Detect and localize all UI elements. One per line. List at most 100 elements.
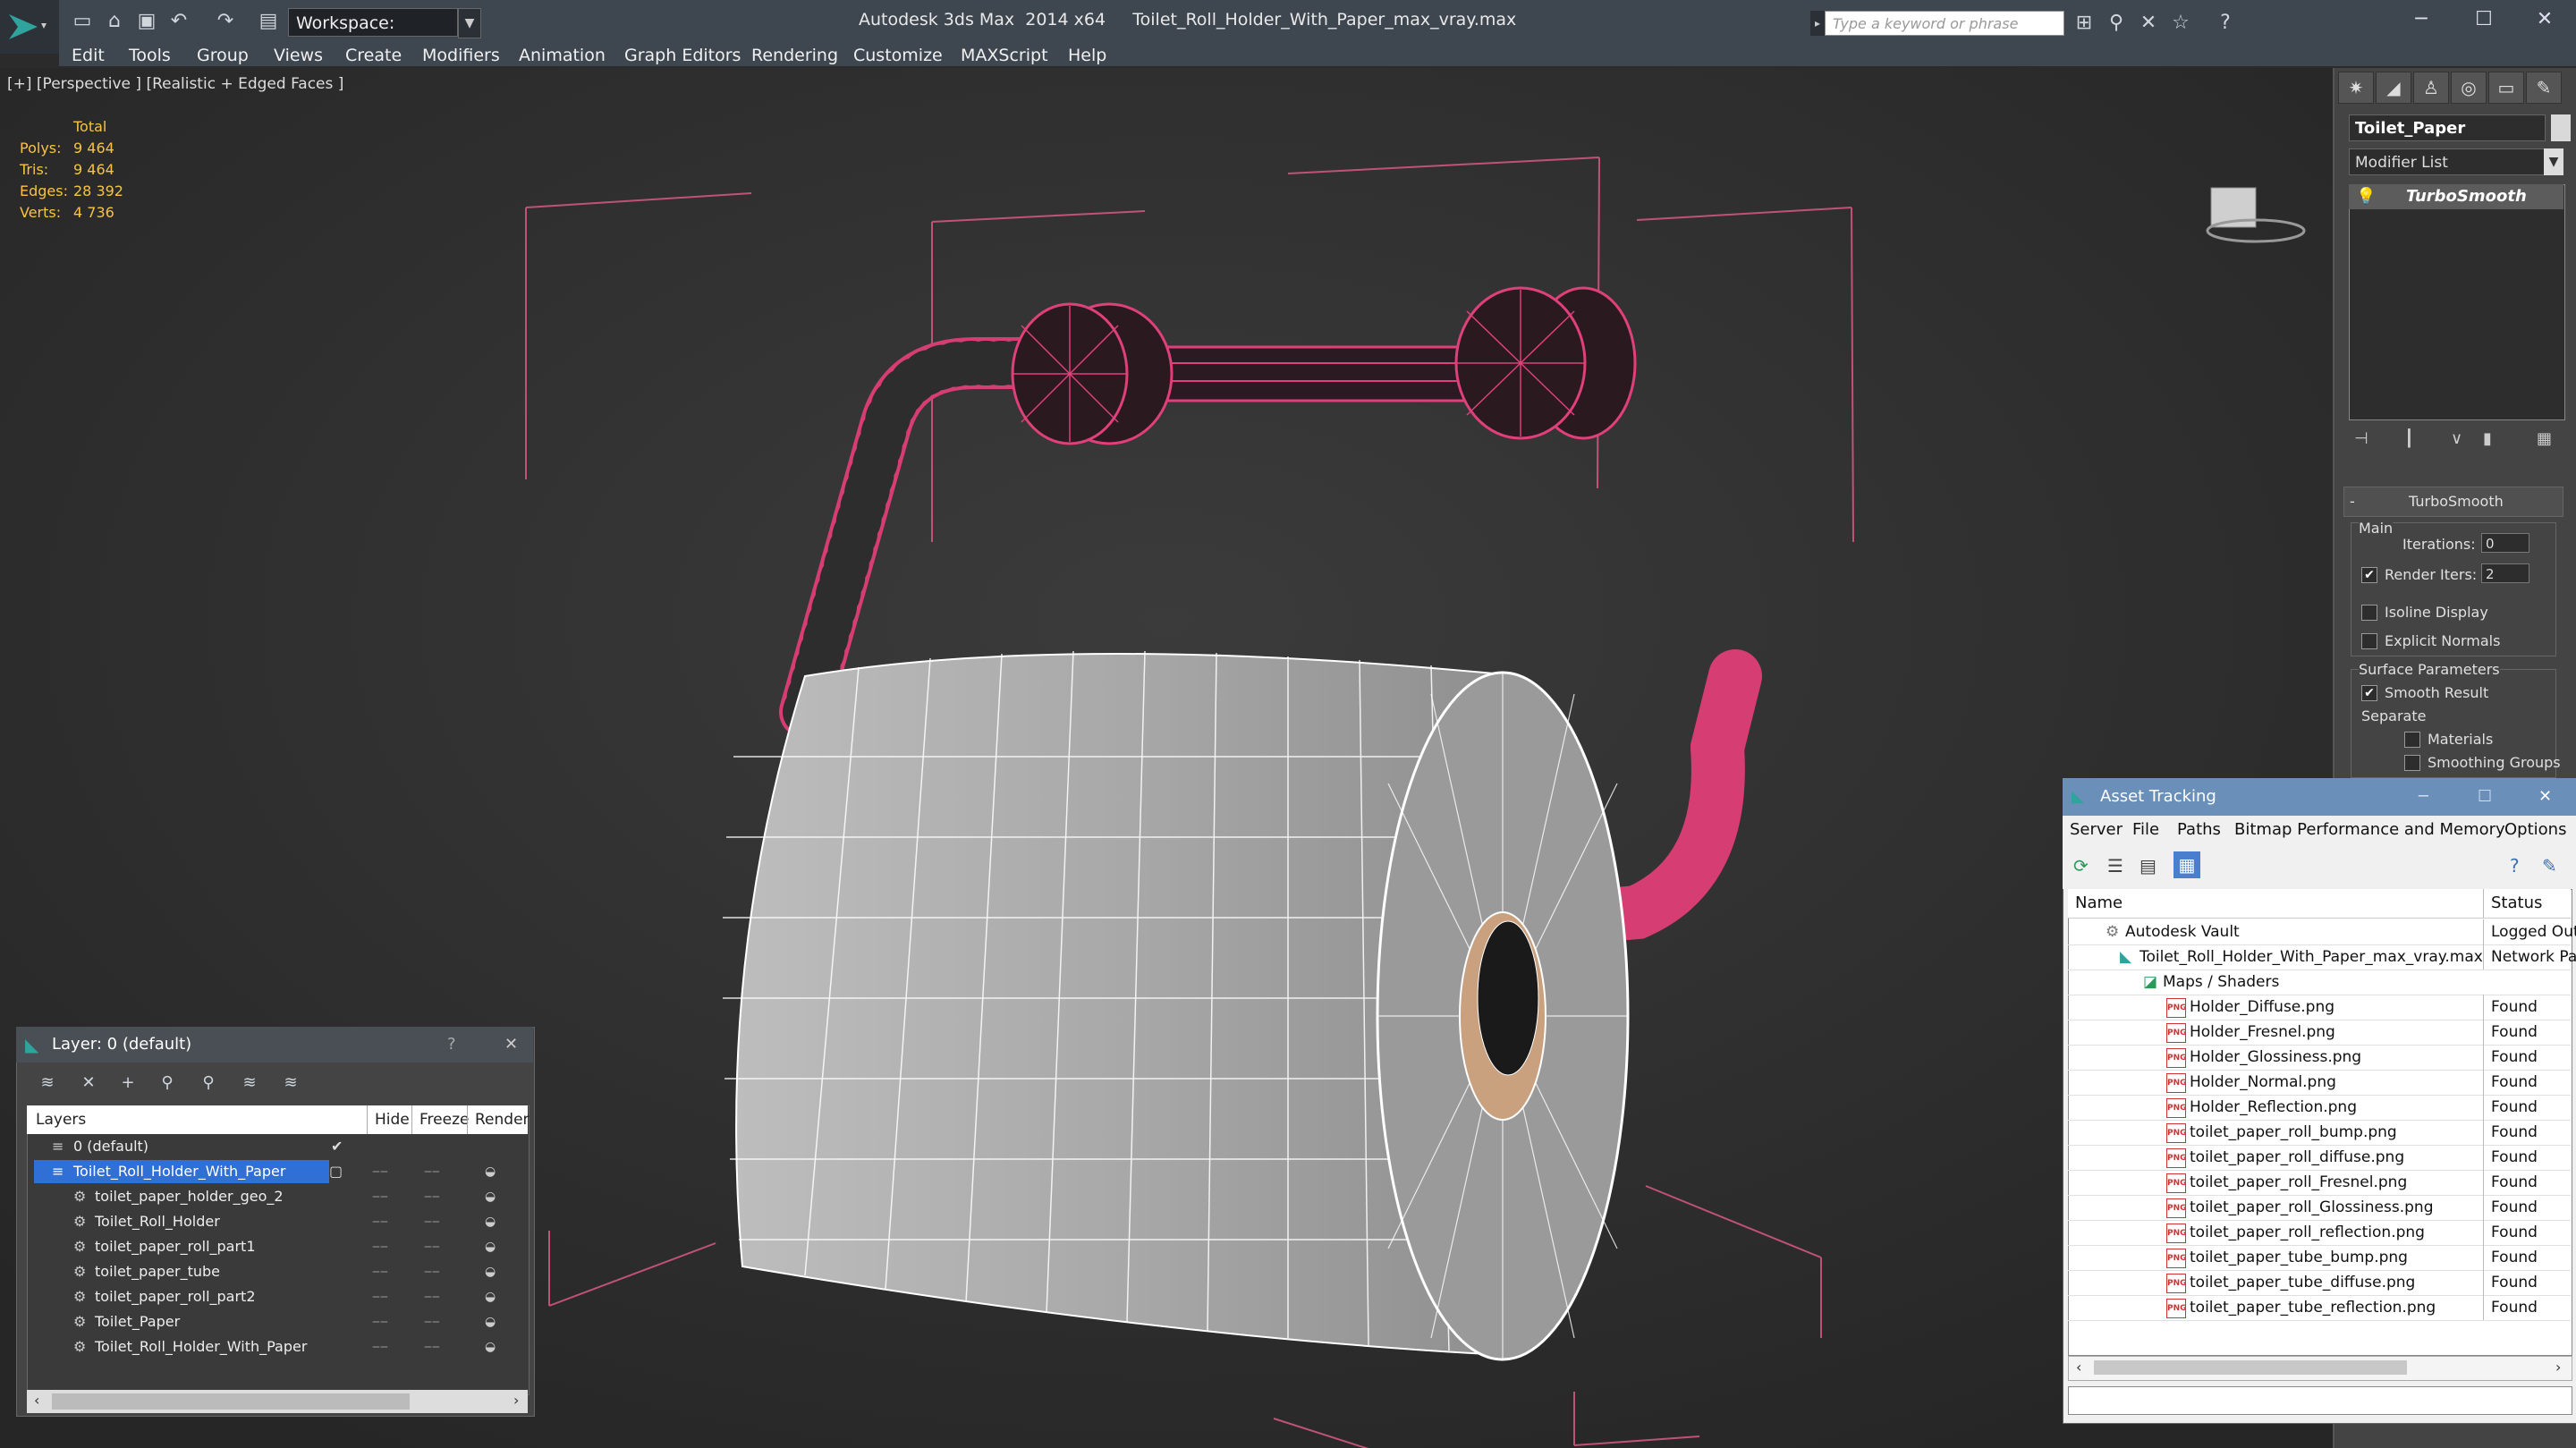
smoothing-groups-checkbox[interactable]: [2404, 755, 2420, 771]
isoline-display-checkbox[interactable]: [2361, 605, 2377, 621]
help-icon[interactable]: ?: [2213, 11, 2238, 36]
make-unique-icon[interactable]: ∨: [2451, 429, 2462, 448]
layer-row[interactable]: ⚙ Toilet_Roll_Holder ‒‒ ‒‒ ◒: [27, 1209, 528, 1234]
table-view-icon[interactable]: ▦: [2174, 851, 2200, 878]
turbosmooth-rollout-header[interactable]: - TurboSmooth: [2343, 487, 2563, 517]
refresh-icon[interactable]: ⟳: [2073, 855, 2089, 876]
asset-row[interactable]: PNG toilet_paper_roll_Fresnel.png Found: [2068, 1170, 2571, 1196]
column-header-name[interactable]: Name: [2075, 889, 2123, 918]
asset-menu-options[interactable]: Options: [2504, 816, 2566, 844]
hide-toggle[interactable]: ‒‒: [372, 1234, 388, 1259]
minimize-button[interactable]: ─: [2390, 0, 2453, 41]
scroll-right-icon[interactable]: ›: [2555, 1359, 2561, 1376]
communication-center-icon[interactable]: ✕: [2136, 11, 2161, 36]
hide-toggle[interactable]: ‒‒: [372, 1334, 388, 1359]
list-view-icon[interactable]: ☰: [2107, 855, 2123, 876]
chevron-down-icon[interactable]: ▼: [458, 8, 481, 38]
close-button[interactable]: ✕: [2513, 0, 2576, 41]
menu-animation[interactable]: Animation: [519, 45, 606, 66]
hierarchy-tab-icon[interactable]: ♙: [2413, 72, 2449, 104]
freeze-toggle[interactable]: ‒‒: [424, 1334, 440, 1359]
undo-icon[interactable]: ↶: [166, 9, 191, 34]
redo-icon[interactable]: ↷: [213, 9, 238, 34]
scroll-left-icon[interactable]: ‹: [2076, 1359, 2081, 1376]
freeze-toggle[interactable]: ‒‒: [424, 1209, 440, 1234]
asset-path-field[interactable]: [2068, 1386, 2572, 1415]
modify-tab-icon[interactable]: ◢: [2376, 72, 2411, 104]
utilities-tab-icon[interactable]: ✎: [2526, 72, 2562, 104]
help-icon[interactable]: ?: [2510, 855, 2520, 876]
workspace-dropdown[interactable]: Workspace: Default: [288, 8, 458, 62]
asset-row[interactable]: PNG toilet_paper_roll_Glossiness.png Fou…: [2068, 1195, 2571, 1221]
tree-view-icon[interactable]: ▤: [2140, 855, 2157, 876]
horizontal-scrollbar[interactable]: ‹ ›: [27, 1390, 528, 1413]
modifier-stack-item[interactable]: 💡 TurboSmooth: [2349, 184, 2563, 209]
explicit-normals-checkbox[interactable]: [2361, 633, 2377, 649]
app-menu-button[interactable]: [0, 0, 59, 54]
menu-create[interactable]: Create: [345, 45, 402, 66]
subscription-icon[interactable]: ⚲: [2104, 11, 2129, 36]
active-layer-check-icon[interactable]: ✔: [331, 1134, 343, 1159]
asset-row[interactable]: PNG toilet_paper_roll_diffuse.png Found: [2068, 1145, 2571, 1171]
minimize-icon[interactable]: ─: [2419, 778, 2428, 816]
set-current-layer-icon[interactable]: ▢: [329, 1159, 343, 1184]
teapot-render-icon[interactable]: ◒: [485, 1284, 496, 1309]
layer-row[interactable]: ⚙ toilet_paper_holder_geo_2 ‒‒ ‒‒ ◒: [27, 1184, 528, 1209]
hide-toggle[interactable]: ‒‒: [372, 1309, 388, 1334]
horizontal-scrollbar[interactable]: ‹ ›: [2068, 1356, 2572, 1381]
render-iters-checkbox[interactable]: ✔: [2361, 567, 2377, 583]
layer-row[interactable]: ⚙ toilet_paper_roll_part2 ‒‒ ‒‒ ◒: [27, 1284, 528, 1309]
create-layer-icon[interactable]: ≋: [36, 1073, 59, 1093]
highlight-layer-icon[interactable]: ⚲: [197, 1073, 220, 1093]
layer-row[interactable]: ≡ Toilet_Roll_Holder_With_Paper ▢ ‒‒ ‒‒ …: [27, 1159, 528, 1184]
asset-row[interactable]: PNG Holder_Reflection.png Found: [2068, 1095, 2571, 1121]
show-end-result-icon[interactable]: ┃: [2404, 429, 2414, 448]
column-header-hide[interactable]: Hide: [367, 1105, 410, 1134]
select-objects-icon[interactable]: ⚲: [156, 1073, 179, 1093]
asset-row[interactable]: PNG toilet_paper_tube_diffuse.png Found: [2068, 1270, 2571, 1296]
asset-row[interactable]: PNG toilet_paper_roll_reflection.png Fou…: [2068, 1220, 2571, 1246]
freeze-toggle[interactable]: ‒‒: [424, 1309, 440, 1334]
asset-row[interactable]: PNG toilet_paper_tube_reflection.png Fou…: [2068, 1295, 2571, 1321]
close-icon[interactable]: ✕: [504, 1027, 518, 1063]
object-color-swatch[interactable]: [2551, 114, 2571, 141]
layer-row[interactable]: ⚙ Toilet_Paper ‒‒ ‒‒ ◒: [27, 1309, 528, 1334]
display-tab-icon[interactable]: ▭: [2488, 72, 2524, 104]
teapot-render-icon[interactable]: ◒: [485, 1259, 496, 1284]
column-header-layers[interactable]: Layers: [36, 1105, 86, 1134]
delete-layer-icon[interactable]: ✕: [77, 1073, 100, 1093]
menu-tools[interactable]: Tools: [129, 45, 171, 66]
iterations-spinner[interactable]: 0: [2481, 533, 2529, 553]
menu-views[interactable]: Views: [274, 45, 323, 66]
asset-row[interactable]: PNG Holder_Normal.png Found: [2068, 1070, 2571, 1096]
motion-tab-icon[interactable]: ◎: [2451, 72, 2487, 104]
modifier-list-dropdown[interactable]: Modifier List: [2349, 148, 2563, 175]
layer-row[interactable]: ⚙ toilet_paper_roll_part1 ‒‒ ‒‒ ◒: [27, 1234, 528, 1259]
search-expand-icon[interactable]: ▸: [1810, 11, 1825, 36]
layer-panel-title-bar[interactable]: ◣ Layer: 0 (default) ? ✕: [16, 1027, 533, 1063]
asset-menu-server[interactable]: Server: [2070, 816, 2123, 844]
render-iters-spinner[interactable]: 2: [2481, 563, 2529, 583]
teapot-render-icon[interactable]: ◒: [485, 1334, 496, 1359]
scroll-right-icon[interactable]: ›: [513, 1392, 519, 1409]
teapot-render-icon[interactable]: ◒: [485, 1184, 496, 1209]
column-header-freeze[interactable]: Freeze: [411, 1105, 469, 1134]
teapot-render-icon[interactable]: ◒: [485, 1159, 496, 1184]
pin-stack-icon[interactable]: ⊣: [2354, 429, 2368, 448]
hide-toggle[interactable]: ‒‒: [372, 1184, 388, 1209]
asset-menu-bitmap-performance[interactable]: Bitmap Performance and Memory: [2234, 816, 2505, 844]
configure-sets-icon[interactable]: ▦: [2537, 429, 2552, 448]
add-to-layer-icon[interactable]: +: [116, 1073, 140, 1093]
menu-customize[interactable]: Customize: [853, 45, 943, 66]
asset-row[interactable]: PNG toilet_paper_roll_bump.png Found: [2068, 1120, 2571, 1146]
close-icon[interactable]: ✕: [2538, 778, 2552, 816]
asset-row[interactable]: ◣ Toilet_Roll_Holder_With_Paper_max_vray…: [2068, 944, 2576, 970]
layer-row[interactable]: ⚙ Toilet_Roll_Holder_With_Paper ‒‒ ‒‒ ◒: [27, 1334, 528, 1359]
layer-row[interactable]: ⚙ toilet_paper_tube ‒‒ ‒‒ ◒: [27, 1259, 528, 1284]
freeze-toggle[interactable]: ‒‒: [424, 1234, 440, 1259]
menu-modifiers[interactable]: Modifiers: [422, 45, 500, 66]
maximize-button[interactable]: ☐: [2453, 0, 2515, 41]
menu-graph-editors[interactable]: Graph Editors: [624, 45, 741, 66]
asset-row[interactable]: PNG toilet_paper_tube_bump.png Found: [2068, 1245, 2571, 1271]
menu-maxscript[interactable]: MAXScript: [961, 45, 1048, 66]
